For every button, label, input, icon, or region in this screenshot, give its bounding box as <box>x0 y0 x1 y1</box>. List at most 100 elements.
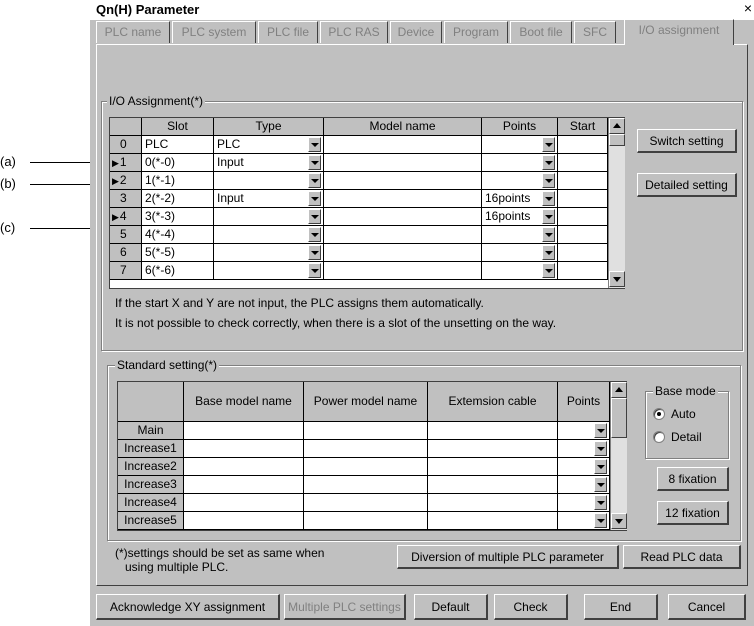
chevron-down-icon[interactable] <box>308 155 321 170</box>
type-select[interactable] <box>214 172 324 190</box>
chevron-down-icon[interactable] <box>308 227 321 242</box>
chevron-down-icon[interactable] <box>542 263 555 278</box>
base-model-input[interactable] <box>184 422 304 440</box>
power-model-input[interactable] <box>304 422 428 440</box>
points-select[interactable] <box>558 440 610 458</box>
extension-cable-input[interactable] <box>428 494 558 512</box>
points-select[interactable] <box>482 172 558 190</box>
switch-setting-button[interactable]: Switch setting <box>637 129 737 153</box>
chevron-down-icon[interactable] <box>594 513 607 528</box>
points-select[interactable] <box>558 494 610 512</box>
scroll-down-icon[interactable] <box>611 513 627 529</box>
chevron-down-icon[interactable] <box>308 137 321 152</box>
power-model-input[interactable] <box>304 494 428 512</box>
extension-cable-input[interactable] <box>428 458 558 476</box>
model-name-input[interactable] <box>324 244 482 262</box>
tab-device[interactable]: Device <box>390 21 442 43</box>
extension-cable-input[interactable] <box>428 440 558 458</box>
multiple-plc-settings-button[interactable]: Multiple PLC settings <box>284 594 406 620</box>
detailed-setting-button[interactable]: Detailed setting <box>637 173 737 197</box>
model-name-input[interactable] <box>324 136 482 154</box>
base-model-input[interactable] <box>184 494 304 512</box>
chevron-down-icon[interactable] <box>594 423 607 438</box>
model-name-input[interactable] <box>324 226 482 244</box>
base-model-input[interactable] <box>184 440 304 458</box>
tab-plc-system[interactable]: PLC system <box>172 21 256 43</box>
radio-auto[interactable] <box>653 408 665 420</box>
tab-boot-file[interactable]: Boot file <box>510 21 572 43</box>
diversion-button[interactable]: Diversion of multiple PLC parameter <box>397 545 619 569</box>
end-button[interactable]: End <box>584 594 658 620</box>
start-input[interactable] <box>558 136 608 154</box>
tab-plc-file[interactable]: PLC file <box>258 21 318 43</box>
power-model-input[interactable] <box>304 458 428 476</box>
type-select[interactable] <box>214 208 324 226</box>
tab-sfc[interactable]: SFC <box>574 21 616 43</box>
scroll-thumb[interactable] <box>609 134 625 146</box>
radio-detail[interactable] <box>653 431 665 443</box>
start-input[interactable] <box>558 226 608 244</box>
check-button[interactable]: Check <box>494 594 568 620</box>
type-select[interactable] <box>214 262 324 280</box>
start-input[interactable] <box>558 190 608 208</box>
chevron-down-icon[interactable] <box>594 495 607 510</box>
start-input[interactable] <box>558 172 608 190</box>
chevron-down-icon[interactable] <box>542 227 555 242</box>
12-fixation-button[interactable]: 12 fixation <box>657 501 729 525</box>
chevron-down-icon[interactable] <box>594 477 607 492</box>
points-select[interactable] <box>558 512 610 530</box>
points-select[interactable] <box>558 476 610 494</box>
type-select[interactable] <box>214 244 324 262</box>
base-model-input[interactable] <box>184 512 304 530</box>
chevron-down-icon[interactable] <box>594 441 607 456</box>
extension-cable-input[interactable] <box>428 422 558 440</box>
read-plc-data-button[interactable]: Read PLC data <box>623 545 741 569</box>
chevron-down-icon[interactable] <box>542 209 555 224</box>
close-icon[interactable]: × <box>744 0 752 16</box>
extension-cable-input[interactable] <box>428 512 558 530</box>
model-name-input[interactable] <box>324 262 482 280</box>
tab-plc-name[interactable]: PLC name <box>96 21 170 43</box>
model-name-input[interactable] <box>324 190 482 208</box>
points-select[interactable]: 16points <box>482 208 558 226</box>
points-select[interactable] <box>558 422 610 440</box>
type-select[interactable]: PLC <box>214 136 324 154</box>
base-model-input[interactable] <box>184 458 304 476</box>
type-select[interactable]: Input <box>214 190 324 208</box>
chevron-down-icon[interactable] <box>542 191 555 206</box>
tab-plc-ras[interactable]: PLC RAS <box>320 21 388 43</box>
points-select[interactable] <box>482 244 558 262</box>
points-select[interactable] <box>482 226 558 244</box>
acknowledge-xy-button[interactable]: Acknowledge XY assignment <box>96 594 280 620</box>
points-select[interactable]: 16points <box>482 190 558 208</box>
tab-program[interactable]: Program <box>444 21 508 43</box>
model-name-input[interactable] <box>324 154 482 172</box>
chevron-down-icon[interactable] <box>308 173 321 188</box>
chevron-down-icon[interactable] <box>308 263 321 278</box>
power-model-input[interactable] <box>304 512 428 530</box>
power-model-input[interactable] <box>304 476 428 494</box>
model-name-input[interactable] <box>324 208 482 226</box>
start-input[interactable] <box>558 154 608 172</box>
base-model-input[interactable] <box>184 476 304 494</box>
chevron-down-icon[interactable] <box>308 245 321 260</box>
power-model-input[interactable] <box>304 440 428 458</box>
model-name-input[interactable] <box>324 172 482 190</box>
standard-scrollbar[interactable] <box>610 382 627 530</box>
scroll-down-icon[interactable] <box>609 271 625 287</box>
start-input[interactable] <box>558 262 608 280</box>
scroll-up-icon[interactable] <box>609 118 625 134</box>
points-select[interactable] <box>482 262 558 280</box>
points-select[interactable] <box>482 154 558 172</box>
chevron-down-icon[interactable] <box>542 155 555 170</box>
chevron-down-icon[interactable] <box>594 459 607 474</box>
chevron-down-icon[interactable] <box>542 173 555 188</box>
cancel-button[interactable]: Cancel <box>668 594 746 620</box>
points-select[interactable] <box>482 136 558 154</box>
start-input[interactable] <box>558 208 608 226</box>
tab-io-assignment[interactable]: I/O assignment <box>624 19 734 45</box>
io-scrollbar[interactable] <box>608 118 625 288</box>
chevron-down-icon[interactable] <box>542 245 555 260</box>
chevron-down-icon[interactable] <box>542 137 555 152</box>
scroll-thumb[interactable] <box>611 398 627 438</box>
